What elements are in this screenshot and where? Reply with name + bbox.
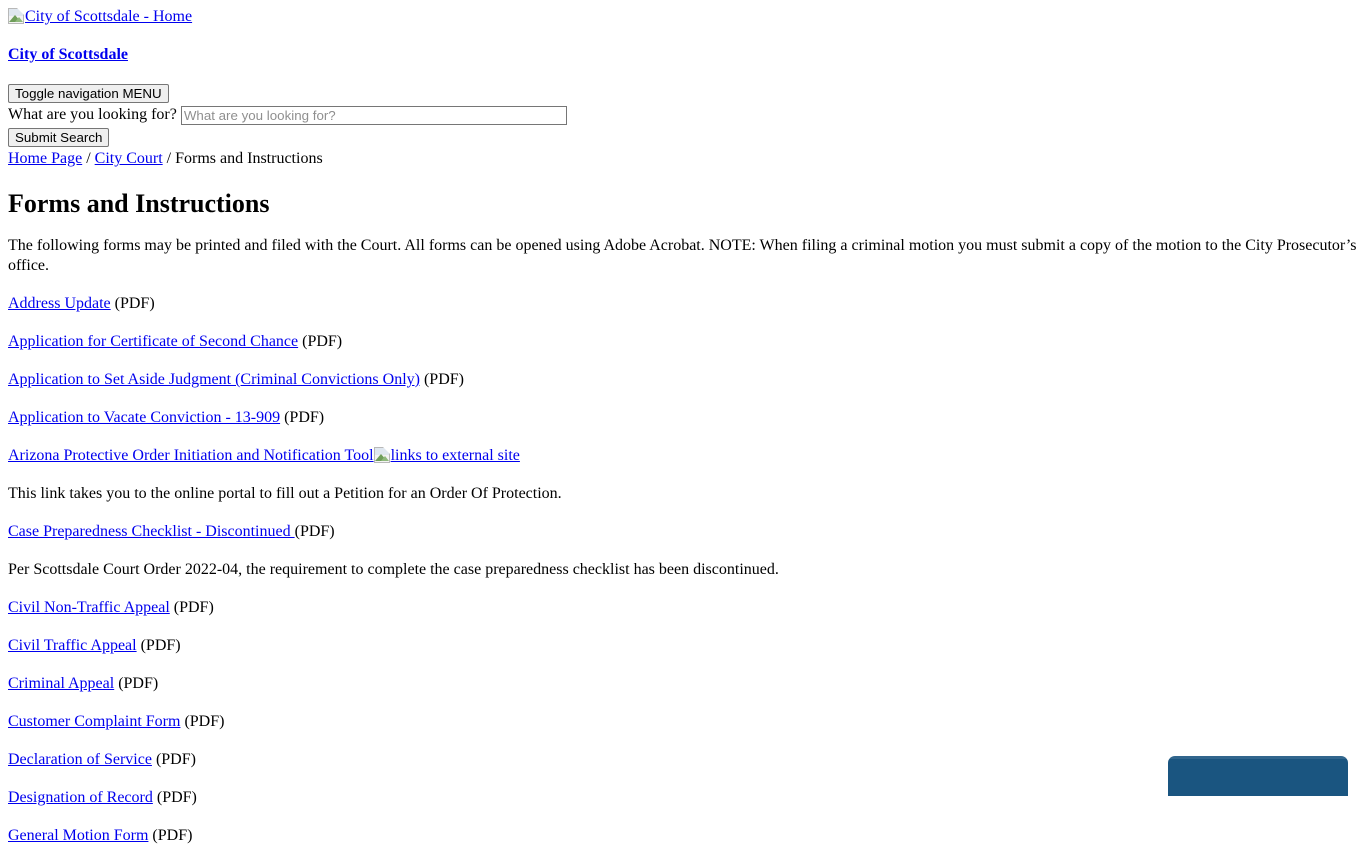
pdf-suffix: (PDF)	[294, 523, 335, 540]
form-entry-protective-order-tool: Arizona Protective Order Initiation and …	[8, 446, 1358, 466]
form-entry-vacate-conviction: Application to Vacate Conviction - 13-90…	[8, 408, 1358, 428]
breadcrumb-item-city-court[interactable]: City Court	[95, 150, 163, 167]
pdf-suffix: (PDF)	[114, 675, 159, 692]
chat-widget[interactable]	[1168, 756, 1348, 796]
pdf-suffix: (PDF)	[180, 713, 225, 730]
broken-image-icon	[8, 8, 24, 24]
pdf-suffix: (PDF)	[280, 409, 325, 426]
site-title: City of Scottsdale	[8, 47, 1358, 63]
search-input[interactable]	[180, 105, 567, 125]
link-criminal-appeal[interactable]: Criminal Appeal	[8, 675, 114, 692]
link-address-update[interactable]: Address Update	[8, 295, 111, 312]
external-site-link[interactable]: links to external site	[373, 447, 520, 464]
pdf-suffix: (PDF)	[169, 599, 214, 616]
chat-widget-highlight	[1168, 756, 1348, 759]
form-entry-customer-complaint-form: Customer Complaint Form (PDF)	[8, 712, 1358, 732]
submit-search-button[interactable]: Submit Search	[8, 128, 110, 147]
form-entry-certificate-second-chance: Application for Certificate of Second Ch…	[8, 332, 1358, 352]
toggle-navigation-button[interactable]: Toggle navigation MENU	[8, 84, 169, 103]
link-declaration-of-service[interactable]: Declaration of Service	[8, 751, 152, 768]
link-general-motion-form[interactable]: General Motion Form	[8, 827, 148, 844]
note-protective-order: This link takes you to the online portal…	[8, 485, 562, 502]
form-entry-designation-of-record: Designation of Record (PDF)	[8, 788, 1358, 808]
form-entry-declaration-of-service: Declaration of Service (PDF)	[8, 750, 1358, 770]
link-civil-traffic-appeal[interactable]: Civil Traffic Appeal	[8, 637, 137, 654]
page-title: Forms and Instructions	[8, 189, 270, 218]
breadcrumb: Home Page / City Court / Forms and Instr…	[8, 150, 1358, 168]
external-site-alt-text: links to external site	[390, 447, 520, 464]
link-application-certificate-second-chance[interactable]: Application for Certificate of Second Ch…	[8, 333, 298, 350]
site-title-link[interactable]: City of Scottsdale	[8, 46, 128, 63]
breadcrumb-item-home-page[interactable]: Home Page	[8, 150, 82, 167]
pdf-suffix: (PDF)	[136, 637, 181, 654]
link-application-vacate-conviction[interactable]: Application to Vacate Conviction - 13-90…	[8, 409, 280, 426]
page-root: City of Scottsdale - Home City of Scotts…	[0, 0, 1366, 854]
note-case-preparedness: Per Scottsdale Court Order 2022-04, the …	[8, 561, 779, 578]
site-logo-home-link[interactable]: City of Scottsdale - Home	[8, 8, 192, 25]
link-customer-complaint-form[interactable]: Customer Complaint Form	[8, 713, 180, 730]
search-row: What are you looking for?	[8, 105, 1358, 125]
site-logo-alt-text: City of Scottsdale - Home	[25, 8, 193, 25]
site-logo-link-row: City of Scottsdale - Home	[8, 8, 1358, 26]
link-designation-of-record[interactable]: Designation of Record	[8, 789, 153, 806]
intro-paragraph: The following forms may be printed and f…	[8, 237, 1357, 274]
nav-toggle-row: Toggle navigation MENU	[8, 84, 1358, 103]
form-entry-address-update: Address Update (PDF)	[8, 294, 1358, 314]
form-entry-general-motion-form: General Motion Form (PDF)	[8, 826, 1358, 846]
form-entry-civil-traffic-appeal: Civil Traffic Appeal (PDF)	[8, 636, 1358, 656]
form-entry-criminal-appeal: Criminal Appeal (PDF)	[8, 674, 1358, 694]
search-label: What are you looking for?	[8, 106, 177, 123]
pdf-suffix: (PDF)	[419, 371, 464, 388]
form-entry-case-preparedness-checklist: Case Preparedness Checklist - Discontinu…	[8, 522, 1358, 542]
form-entry-civil-non-traffic-appeal: Civil Non-Traffic Appeal (PDF)	[8, 598, 1358, 618]
breadcrumb-separator: /	[162, 150, 176, 167]
pdf-suffix: (PDF)	[151, 751, 196, 768]
external-link-broken-image-icon	[373, 447, 390, 463]
pdf-suffix: (PDF)	[148, 827, 193, 844]
pdf-suffix: (PDF)	[152, 789, 197, 806]
pdf-suffix: (PDF)	[110, 295, 155, 312]
form-entry-set-aside-judgment: Application to Set Aside Judgment (Crimi…	[8, 370, 1358, 390]
pdf-suffix: (PDF)	[298, 333, 343, 350]
link-arizona-protective-order-tool[interactable]: Arizona Protective Order Initiation and …	[8, 447, 374, 464]
submit-search-row: Submit Search	[8, 128, 1358, 147]
breadcrumb-item-current: Forms and Instructions	[175, 150, 323, 167]
breadcrumb-separator: /	[82, 150, 95, 167]
link-application-set-aside-judgment[interactable]: Application to Set Aside Judgment (Crimi…	[8, 371, 420, 388]
link-case-preparedness-checklist[interactable]: Case Preparedness Checklist - Discontinu…	[8, 523, 295, 540]
link-civil-non-traffic-appeal[interactable]: Civil Non-Traffic Appeal	[8, 599, 170, 616]
